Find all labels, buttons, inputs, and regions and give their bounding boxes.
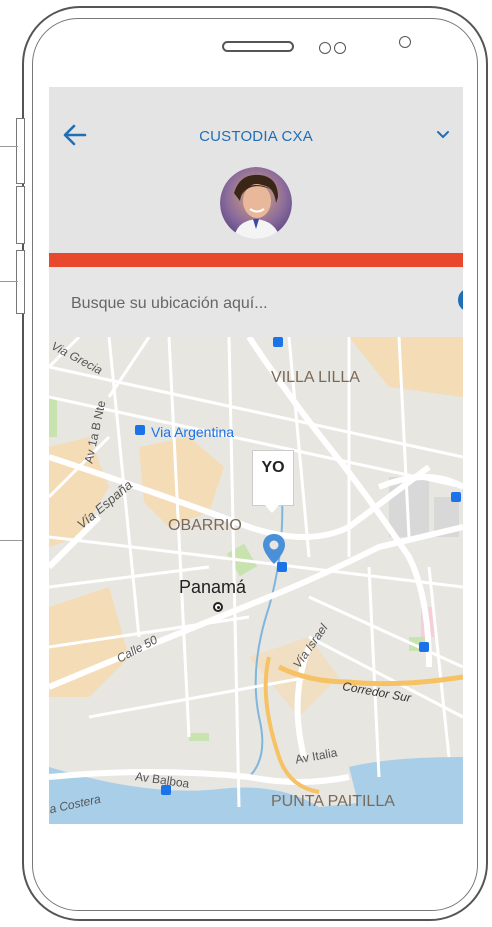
map-label-panama: Panamá: [179, 577, 247, 597]
map-label-punta-paitilla: PUNTA PAITILLA: [271, 793, 395, 810]
frame-line: [0, 540, 22, 541]
map-graphic: [49, 337, 463, 824]
frame-line: [0, 146, 18, 147]
app-header: CUSTODIA CXA: [49, 87, 463, 253]
speaker-icon: [222, 41, 294, 52]
map-view[interactable]: Via Grecia VILLA LILLA Av 1a B Nte Via A…: [49, 337, 463, 824]
avatar[interactable]: [220, 167, 292, 239]
city-dot-icon: [213, 602, 223, 612]
accent-bar: [49, 253, 463, 267]
chevron-down-icon[interactable]: [435, 127, 451, 143]
power-button: [16, 186, 25, 244]
app-screen: CUSTODIA CXA Busque su ubicación aquí...…: [49, 87, 463, 824]
locate-icon[interactable]: [453, 285, 463, 315]
map-label-obarrio: OBARRIO: [168, 517, 242, 534]
marker-label-tip: [264, 504, 280, 513]
page-title: CUSTODIA CXA: [199, 128, 313, 145]
volume-button: [16, 118, 25, 184]
search-input[interactable]: [71, 295, 401, 313]
sensor-icon: [319, 42, 331, 54]
side-button: [16, 250, 25, 314]
frame-line: [0, 281, 18, 282]
sensor-icon: [334, 42, 346, 54]
search-bar: [49, 267, 463, 337]
camera-icon: [399, 36, 411, 48]
marker-label: YO: [252, 450, 294, 506]
map-label-via-argentina: Via Argentina: [151, 424, 235, 440]
map-label-villa-lilla: VILLA LILLA: [271, 369, 360, 386]
location-pin-icon[interactable]: [261, 532, 287, 566]
